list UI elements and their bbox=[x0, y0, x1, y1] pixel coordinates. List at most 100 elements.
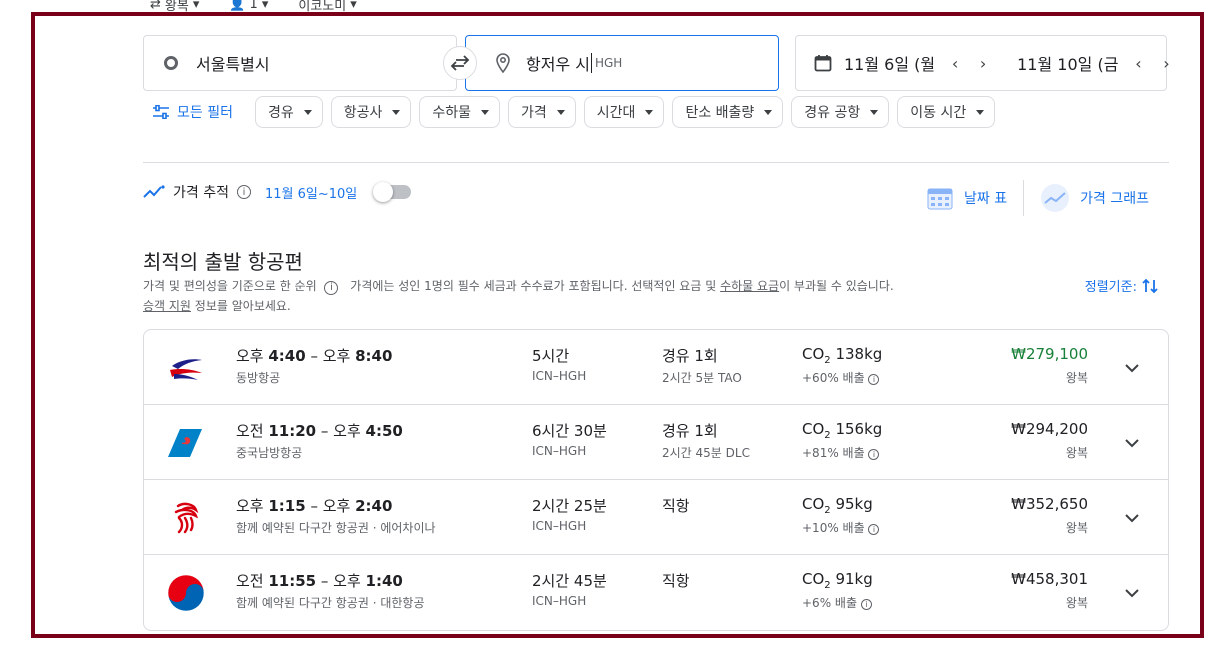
trend-line-icon bbox=[143, 185, 165, 198]
flight-time: 오전 11:55 – 오후 1:40 bbox=[236, 572, 403, 590]
flight-stops: 경유 1회 bbox=[662, 347, 718, 365]
filter-chip-price[interactable]: 가격 bbox=[508, 96, 576, 128]
info-icon[interactable]: i bbox=[236, 185, 251, 199]
results-title: 최적의 출발 항공편 bbox=[143, 250, 303, 274]
dropdown-arrow-icon bbox=[976, 109, 985, 115]
track-dates: 11월 6일~10일 bbox=[264, 186, 358, 202]
flight-results-list: 오후 4:40 – 오후 8:40 동방항공 5시간 ICN–HGH 경유 1회 2시… bbox=[143, 329, 1169, 631]
flight-price: ₩458,301 bbox=[1011, 570, 1088, 588]
calendar-icon bbox=[814, 55, 832, 72]
baggage-fees-link[interactable]: 수하물 요금 bbox=[720, 279, 779, 293]
dropdown-arrow-icon bbox=[392, 109, 401, 115]
flight-duration: 6시간 30분 bbox=[532, 422, 607, 440]
flight-route: ICN–HGH bbox=[532, 519, 587, 533]
dropdown-arrow-icon bbox=[645, 109, 654, 115]
date-grid-icon bbox=[927, 188, 953, 210]
flight-row[interactable]: 오후 1:15 – 오후 2:40 함께 예약된 다구간 항공권 · 에어차이나 … bbox=[144, 480, 1168, 555]
chevron-down-icon[interactable] bbox=[1122, 358, 1142, 378]
korean-air-logo-icon bbox=[167, 574, 205, 612]
info-icon[interactable]: i bbox=[868, 524, 880, 535]
flight-row[interactable]: 오후 4:40 – 오후 8:40 동방항공 5시간 ICN–HGH 경유 1회 2시… bbox=[144, 330, 1168, 405]
filter-chip-airlines[interactable]: 항공사 bbox=[330, 96, 412, 128]
co2-amount: CO2 156kg bbox=[802, 420, 883, 441]
filter-chip-duration[interactable]: 이동 시간 bbox=[897, 96, 996, 128]
trip-type: 왕복 bbox=[1065, 446, 1088, 460]
filter-chip-emissions[interactable]: 탄소 배출량 bbox=[672, 96, 784, 128]
airline-name: 동방항공 bbox=[236, 371, 281, 385]
flight-route: ICN–HGH bbox=[532, 444, 587, 458]
emission-info: +6% 배출 i bbox=[802, 594, 873, 611]
depart-date[interactable]: 11월 6일 (월 ‹ › bbox=[814, 51, 997, 75]
flight-row[interactable]: 오전 11:20 – 오후 4:50 중국남방항공 6시간 30분 ICN–HGH … bbox=[144, 405, 1168, 480]
flight-time: 오후 1:15 – 오후 2:40 bbox=[236, 497, 393, 515]
emission-info: +81% 배출 i bbox=[802, 444, 882, 461]
track-prices-toggle[interactable] bbox=[373, 182, 412, 202]
depart-prev-icon[interactable]: ‹ bbox=[941, 54, 969, 73]
trip-type: 왕복 bbox=[1065, 596, 1088, 610]
dropdown-arrow-icon bbox=[870, 109, 879, 115]
info-icon[interactable]: i bbox=[868, 374, 880, 385]
filter-chip-bags[interactable]: 수하물 bbox=[419, 96, 501, 128]
layover-info: 2시간 5분 TAO bbox=[662, 371, 742, 385]
airline-name: 함께 예약된 다구간 항공권 · 에어차이나 bbox=[236, 521, 436, 535]
price-graph-button[interactable]: 가격 그래프 bbox=[1040, 183, 1149, 213]
return-next-icon[interactable]: › bbox=[1152, 54, 1180, 73]
location-pin-icon bbox=[496, 53, 510, 73]
flight-row[interactable]: 오전 11:55 – 오후 1:40 함께 예약된 다구간 항공권 · 대한항공 … bbox=[144, 555, 1168, 630]
return-prev-icon[interactable]: ‹ bbox=[1124, 54, 1152, 73]
flight-time: 오후 4:40 – 오후 8:40 bbox=[236, 347, 393, 365]
info-icon[interactable]: i bbox=[860, 599, 872, 610]
airline-name: 중국남방항공 bbox=[236, 446, 303, 460]
date-grid-button[interactable]: 날짜 표 bbox=[926, 184, 1007, 212]
airline-name: 함께 예약된 다구간 항공권 · 대한항공 bbox=[236, 596, 425, 610]
price-tracking-row: 가격 추적 i 11월 6일~10일 날짜 표 가격 그래프 bbox=[143, 180, 1169, 220]
flight-route: ICN–HGH bbox=[532, 594, 587, 608]
person-icon: 👤 bbox=[229, 0, 246, 12]
china-southern-logo-icon bbox=[168, 429, 202, 457]
info-icon[interactable]: i bbox=[868, 449, 880, 460]
flight-duration: 2시간 25분 bbox=[532, 497, 607, 515]
info-icon[interactable]: i bbox=[324, 281, 339, 295]
passenger-assistance-link[interactable]: 승객 지원 bbox=[143, 299, 191, 313]
highlight-frame: 서울특별시 항저우 시HGH 11월 6일 (월 ‹ › 11월 10일 (금 bbox=[31, 12, 1204, 638]
results-description: 가격 및 편의성을 기준으로 한 순위 i 가격에는 성인 1명의 필수 세금과… bbox=[143, 279, 894, 313]
sort-button[interactable]: 정렬기준: bbox=[1085, 276, 1159, 295]
chevron-down-icon[interactable] bbox=[1122, 583, 1142, 603]
trip-type: 왕복 bbox=[1065, 521, 1088, 535]
flight-price: ₩294,200 bbox=[1011, 420, 1088, 438]
filter-chip-stops[interactable]: 경유 bbox=[254, 96, 323, 128]
depart-next-icon[interactable]: › bbox=[969, 54, 997, 73]
destination-field[interactable]: 항저우 시 HGH bbox=[465, 35, 779, 91]
track-prices: 가격 추적 i 11월 6일~10일 bbox=[143, 182, 412, 202]
china-eastern-logo-icon bbox=[170, 359, 202, 380]
search-row: 서울특별시 항저우 시HGH 11월 6일 (월 ‹ › 11월 10일 (금 bbox=[143, 35, 1170, 91]
origin-field[interactable]: 서울특별시 bbox=[143, 35, 457, 91]
tool-separator bbox=[1023, 180, 1025, 216]
dropdown-arrow-icon bbox=[556, 109, 565, 115]
flight-stops: 직항 bbox=[662, 497, 690, 515]
main-content: 서울특별시 항저우 시HGH 11월 6일 (월 ‹ › 11월 10일 (금 bbox=[143, 16, 1173, 634]
swap-arrows-icon: ⇄ bbox=[150, 0, 161, 12]
date-field[interactable]: 11월 6일 (월 ‹ › 11월 10일 (금 ‹ › bbox=[795, 35, 1170, 91]
origin-value: 서울특별시 bbox=[196, 55, 270, 74]
section-divider bbox=[143, 162, 1169, 163]
layover-info: 2시간 45분 DLC bbox=[662, 446, 750, 460]
return-date[interactable]: 11월 10일 (금 ‹ › bbox=[1017, 51, 1180, 75]
filter-sliders-icon bbox=[153, 105, 169, 119]
filter-chip-times[interactable]: 시간대 bbox=[583, 96, 665, 128]
chevron-down-icon[interactable] bbox=[1122, 508, 1142, 528]
all-filters-button[interactable]: 모든 필터 bbox=[143, 96, 243, 128]
flight-time: 오전 11:20 – 오후 4:50 bbox=[236, 422, 403, 440]
air-china-logo-icon bbox=[174, 502, 199, 534]
filter-row: 모든 필터 경유 항공사 수하물 가격 시간대 탄소 배출량 경유 공항 이동 … bbox=[143, 96, 996, 128]
price-graph-icon bbox=[1041, 184, 1070, 212]
swap-icon bbox=[450, 55, 470, 71]
chevron-down-icon[interactable] bbox=[1122, 433, 1142, 453]
view-tools: 날짜 표 가격 그래프 bbox=[926, 180, 1149, 216]
origin-circle-icon bbox=[164, 56, 178, 70]
swap-button[interactable] bbox=[443, 46, 477, 80]
flight-route: ICN–HGH bbox=[532, 369, 587, 383]
co2-amount: CO2 138kg bbox=[802, 345, 883, 366]
filter-chip-connecting-airports[interactable]: 경유 공항 bbox=[791, 96, 890, 128]
sort-arrows-icon bbox=[1142, 278, 1158, 293]
